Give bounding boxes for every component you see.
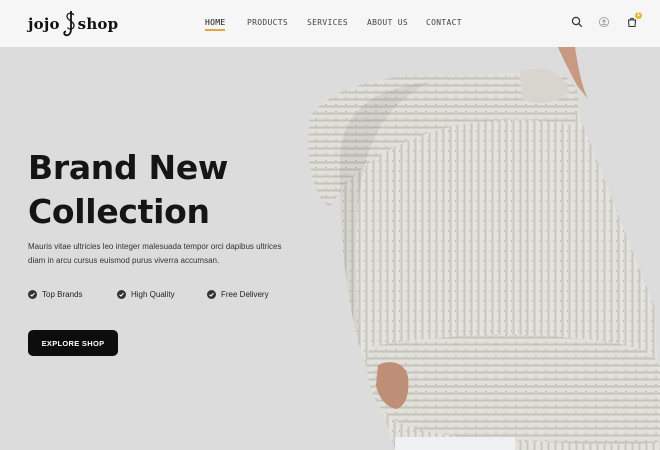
nav-contact[interactable]: CONTACT (426, 18, 462, 27)
feature-high-quality: High Quality (117, 290, 175, 299)
nav-services[interactable]: SERVICES (307, 18, 348, 27)
hero-image (300, 47, 660, 450)
user-icon[interactable] (598, 16, 610, 28)
check-circle-icon (117, 290, 126, 299)
cart-count-badge: 1 (635, 12, 642, 19)
nav-home[interactable]: HOME (205, 18, 226, 31)
check-circle-icon (28, 290, 37, 299)
feature-list: Top Brands High Quality Free Delivery (28, 290, 308, 302)
cart-icon[interactable]: 1 (626, 12, 642, 28)
hero-title: Brand New Collection (28, 146, 298, 234)
feature-label: Top Brands (42, 290, 83, 299)
hero-title-line-2: Collection (28, 192, 210, 231)
hero-description: Mauris vitae ultricies leo integer males… (28, 242, 282, 265)
search-icon[interactable] (571, 16, 583, 28)
check-circle-icon (207, 290, 216, 299)
feature-label: Free Delivery (221, 290, 269, 299)
nav-about-us[interactable]: ABOUT US (367, 18, 408, 27)
nav-products[interactable]: PRODUCTS (247, 18, 288, 27)
feature-top-brands: Top Brands (28, 290, 82, 299)
hero-title-line-1: Brand New (28, 148, 229, 187)
feature-label: High Quality (131, 290, 175, 299)
explore-shop-button[interactable]: EXPLORE SHOP (28, 330, 118, 356)
feature-free-delivery: Free Delivery (207, 290, 269, 299)
site-header: jojo shop HOME PRODUCTS SERVICES ABOUT U… (0, 0, 660, 47)
main-nav: HOME PRODUCTS SERVICES ABOUT US CONTACT (0, 18, 660, 32)
